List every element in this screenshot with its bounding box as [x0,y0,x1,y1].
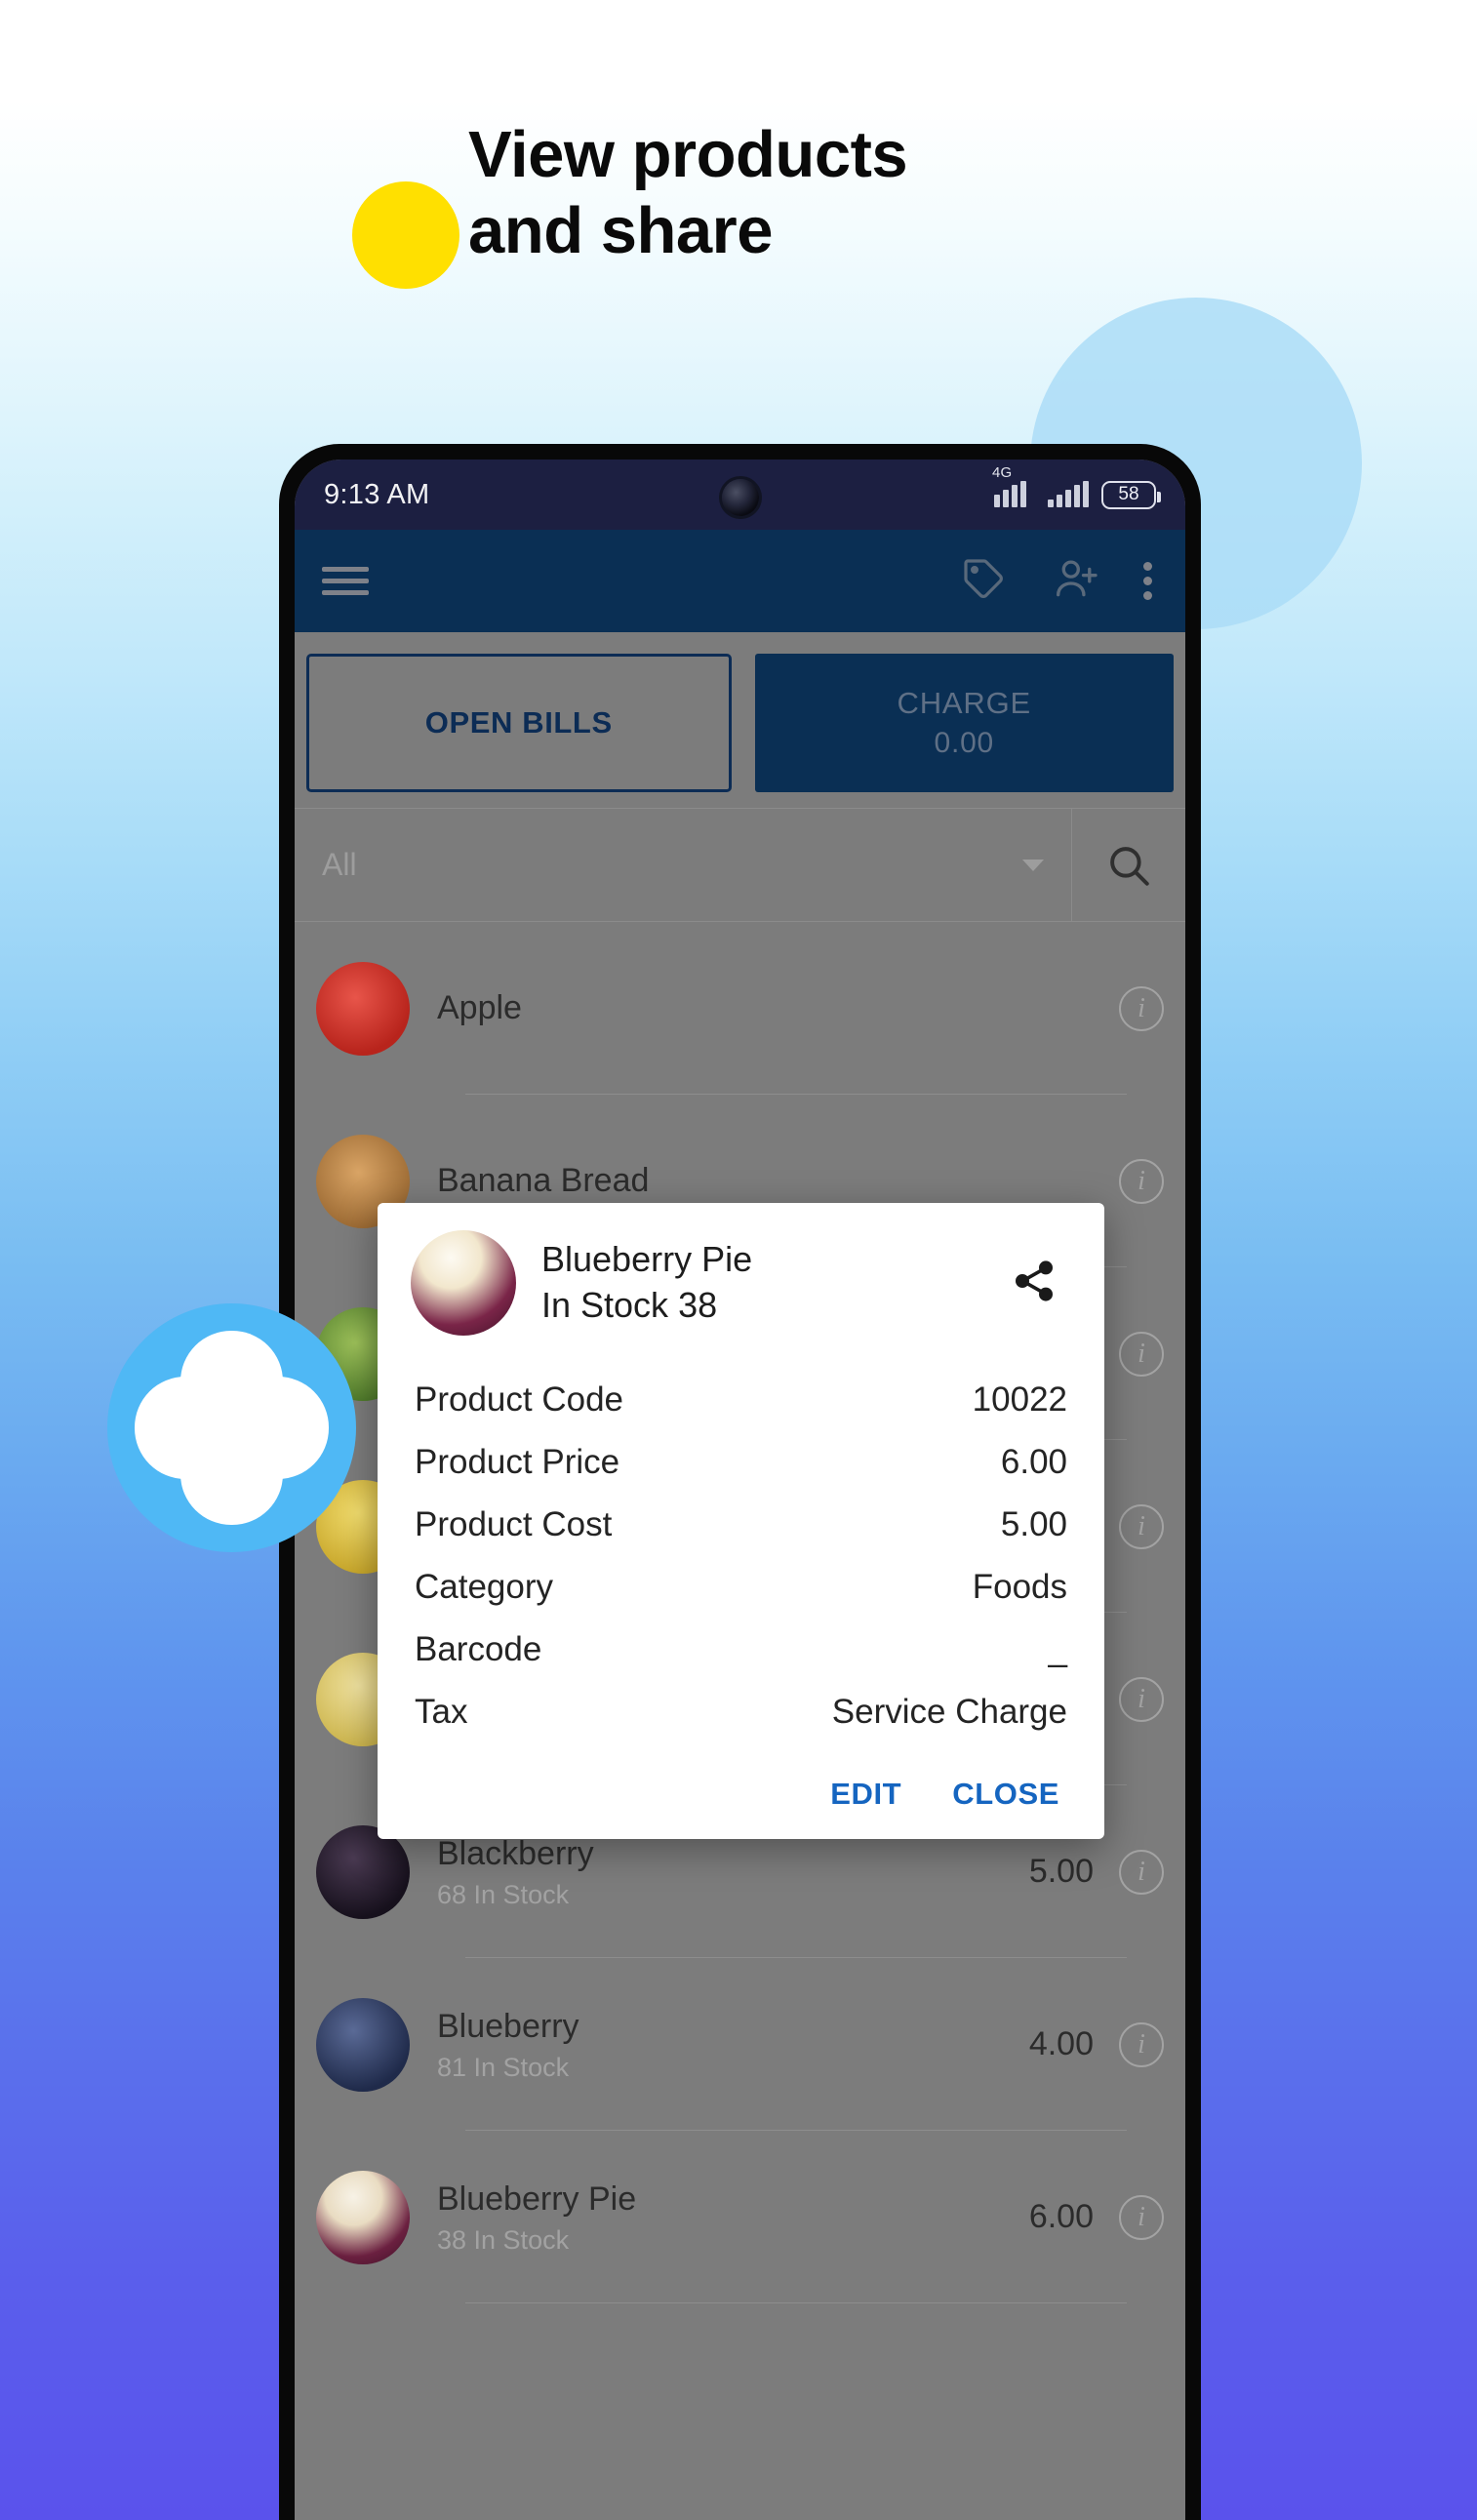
network-type-label: 4G [992,464,1013,481]
phone-screen: 9:13 AM 4G 58 OPEN BILLS CHARGE 0.00 All… [295,460,1185,2520]
product-price: 5.00 [1028,1853,1094,1890]
info-icon[interactable]: i [1119,985,1164,1031]
status-icons: 4G 58 [992,460,1161,530]
decorative-yellow-dot [352,181,459,289]
product-stock: 81 In Stock [437,2053,570,2083]
detail-value: _ [1048,1630,1067,1668]
product-thumbnail [316,2170,410,2264]
category-dropdown[interactable]: All [295,809,1072,921]
table-row: Tax Service Charge [411,1681,1071,1743]
detail-label: Product Code [415,1380,624,1419]
chevron-down-icon [1022,859,1044,871]
hamburger-menu-icon[interactable] [322,560,369,602]
table-row: Product Cost 5.00 [411,1494,1071,1556]
product-price: 6.00 [1028,2198,1094,2235]
info-icon[interactable]: i [1119,1676,1164,1722]
detail-value: Service Charge [831,1693,1067,1731]
close-button[interactable]: CLOSE [952,1777,1059,1812]
tag-icon[interactable] [960,555,1007,607]
clover-petal-left [135,1377,237,1479]
product-detail-dialog: Blueberry Pie In Stock 38 Product Code 1… [378,1203,1104,1839]
app-bar [295,530,1185,632]
info-icon[interactable]: i [1119,1158,1164,1204]
info-icon[interactable]: i [1119,1849,1164,1895]
filter-search-row: All [295,808,1185,921]
product-thumbnail [316,961,410,1056]
product-stock: 68 In Stock [437,1880,570,1910]
category-dropdown-value: All [322,847,357,882]
battery-percent-label: 58 [1118,484,1139,504]
list-item[interactable]: Apple i [295,922,1185,1095]
detail-label: Tax [415,1693,468,1731]
table-row: Product Code 10022 [411,1369,1071,1431]
charge-label: CHARGE [897,685,1031,720]
detail-value: 10022 [972,1380,1067,1419]
dialog-product-thumbnail [411,1230,516,1336]
signal-bars-sim2-icon [1048,481,1089,507]
person-add-icon[interactable] [1052,554,1100,608]
dialog-product-stock: In Stock 38 [541,1285,718,1325]
signal-bars-sim1-icon: 4G [992,464,1035,507]
headline-line-1: View products [468,118,908,191]
status-bar: 9:13 AM 4G 58 [295,460,1185,530]
list-item[interactable]: Blueberry 81 In Stock 4.00 i [295,1958,1185,2131]
info-icon[interactable]: i [1119,1331,1164,1377]
table-row: Product Price 6.00 [411,1431,1071,1494]
product-thumbnail [316,1997,410,2092]
battery-icon: 58 [1101,480,1161,509]
table-row: Barcode _ [411,1619,1071,1681]
front-camera-punch-hole [721,479,759,516]
three-dots-menu-icon[interactable] [1143,556,1152,606]
charge-amount: 0.00 [934,726,995,759]
detail-label: Category [415,1568,554,1606]
dialog-product-name: Blueberry Pie [541,1239,753,1280]
status-clock: 9:13 AM [324,478,430,510]
product-name: Blueberry [437,2007,579,2045]
product-stock: 38 In Stock [437,2225,570,2256]
share-icon[interactable] [1011,1258,1058,1309]
dialog-actions: EDIT CLOSE [411,1743,1071,1821]
screen-body: OPEN BILLS CHARGE 0.00 All Apple i Banan… [295,632,1185,2520]
info-icon[interactable]: i [1119,1503,1164,1549]
open-bills-button[interactable]: OPEN BILLS [306,654,732,792]
detail-label: Product Cost [415,1505,613,1543]
table-row: Category Foods [411,1556,1071,1619]
list-item[interactable]: Blueberry Pie 38 In Stock 6.00 i [295,2131,1185,2303]
info-icon[interactable]: i [1119,2194,1164,2240]
dialog-detail-rows: Product Code 10022 Product Price 6.00 Pr… [411,1369,1071,1743]
detail-value: 5.00 [1000,1505,1067,1543]
headline-line-2: and share [468,193,774,267]
action-button-row: OPEN BILLS CHARGE 0.00 [295,632,1185,808]
clover-logo-badge [107,1303,356,1552]
charge-button[interactable]: CHARGE 0.00 [754,654,1174,792]
detail-value: Foods [972,1568,1067,1606]
product-name: Apple [437,989,522,1027]
page-title: View products and share [468,117,1171,268]
detail-value: 6.00 [1000,1443,1067,1481]
search-icon[interactable] [1072,841,1185,890]
product-name: Banana Bread [437,1162,650,1200]
dialog-header: Blueberry Pie In Stock 38 [411,1230,1071,1336]
product-name: Blueberry Pie [437,2180,637,2218]
product-price: 4.00 [1028,2025,1094,2062]
clover-petal-right [226,1377,329,1479]
phone-mockup: 9:13 AM 4G 58 OPEN BILLS CHARGE 0.00 All… [279,444,1201,2520]
detail-label: Barcode [415,1630,542,1668]
edit-button[interactable]: EDIT [830,1777,901,1812]
detail-label: Product Price [415,1443,620,1481]
product-name: Blackberry [437,1834,594,1872]
info-icon[interactable]: i [1119,2021,1164,2067]
